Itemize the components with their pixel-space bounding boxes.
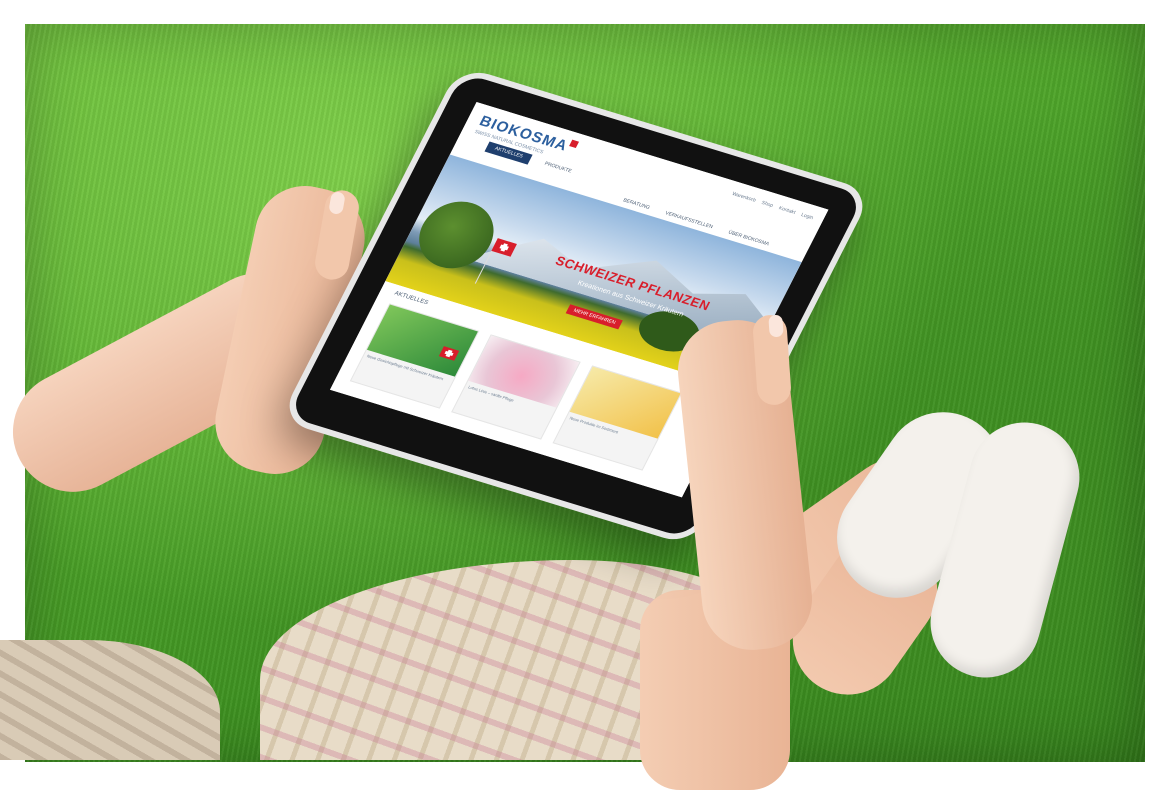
utility-link[interactable]: Login bbox=[800, 212, 814, 221]
tablet-layer: BIOKOSMA SWISS NATURAL COSMETICS Warenko… bbox=[0, 0, 1164, 782]
utility-link[interactable]: Warenkorb bbox=[731, 191, 757, 204]
utility-link[interactable]: Kontakt bbox=[778, 205, 797, 215]
news-card[interactable]: Neue Produkte im Sortiment bbox=[552, 365, 683, 471]
utility-link[interactable]: Shop bbox=[760, 200, 774, 209]
utility-links: Warenkorb Shop Kontakt Login bbox=[726, 190, 814, 221]
swiss-cross-icon bbox=[568, 139, 579, 148]
thumbnail bbox=[768, 314, 784, 338]
section-title: AKTUELLES bbox=[393, 290, 430, 307]
hero-cta-button[interactable]: MEHR ERFAHREN bbox=[565, 304, 624, 330]
